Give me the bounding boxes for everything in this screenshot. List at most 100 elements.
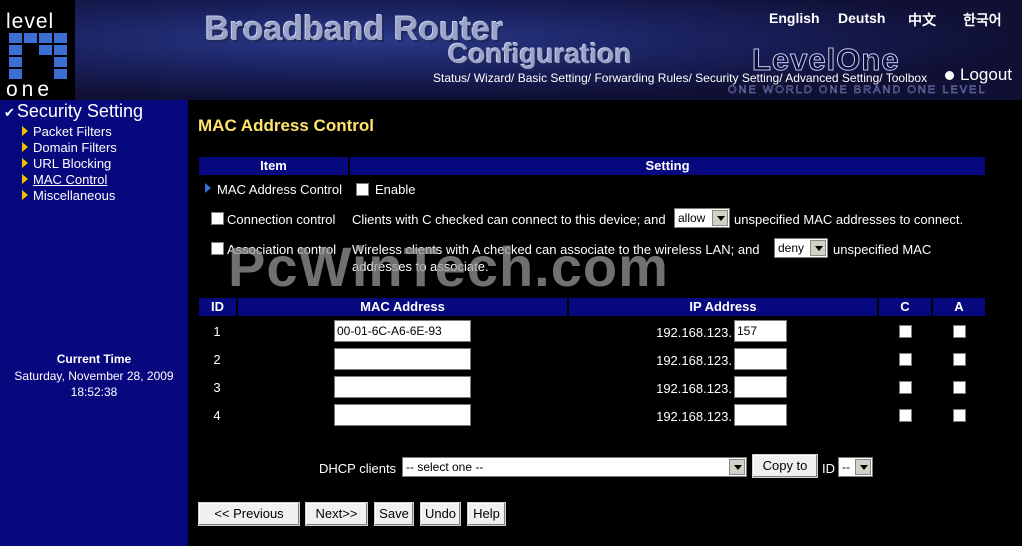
sidebar-item-miscellaneous[interactable]: Miscellaneous xyxy=(22,188,115,203)
dhcp-clients-value: -- select one -- xyxy=(406,460,484,474)
top-nav: Status/ Wizard/ Basic Setting/ Forwardin… xyxy=(433,71,927,85)
dhcp-clients-select[interactable]: -- select one -- xyxy=(402,457,747,477)
logout-link[interactable]: Logout xyxy=(945,65,1012,85)
current-date: Saturday, November 28, 2009 xyxy=(14,369,174,383)
dhcp-clients-label: DHCP clients xyxy=(319,461,397,476)
row-id: 1 xyxy=(213,324,221,339)
c-checkbox[interactable] xyxy=(899,325,912,338)
undo-button[interactable]: Undo xyxy=(420,502,461,526)
triangle-bullet-icon xyxy=(22,190,28,200)
copy-id-select[interactable]: -- xyxy=(838,457,873,477)
dropdown-arrow-icon xyxy=(729,459,745,475)
connection-policy-value: allow xyxy=(678,211,706,225)
copy-to-button[interactable]: Copy to xyxy=(752,454,818,478)
id-column-header: ID xyxy=(199,298,236,316)
lang-korean-link[interactable]: 한국어 xyxy=(963,10,1002,30)
page-title: MAC Address Control xyxy=(198,116,374,135)
ip-last-octet-input[interactable] xyxy=(734,376,787,398)
nav-forwarding-rules[interactable]: Forwarding Rules/ xyxy=(594,71,691,85)
ip-last-octet-input[interactable] xyxy=(734,404,787,426)
sidebar-item-label: MAC Control xyxy=(33,172,108,187)
triangle-bullet-icon xyxy=(22,126,28,136)
item-column-header: Item xyxy=(199,157,348,175)
connection-policy-select[interactable]: allow xyxy=(674,208,730,228)
ip-last-octet-input[interactable]: 157 xyxy=(734,320,787,342)
connection-control-suffix: unspecified MAC addresses to connect. xyxy=(734,212,964,227)
nav-advanced-setting[interactable]: Advanced Setting/ xyxy=(785,71,882,85)
a-checkbox[interactable] xyxy=(953,325,966,338)
association-control-text-line2: addresses to associate. xyxy=(352,259,489,274)
lang-english-link[interactable]: English xyxy=(769,10,820,26)
ip-prefix: 192.168.123. xyxy=(656,381,732,396)
logout-label: Logout xyxy=(960,65,1012,84)
triangle-bullet-icon xyxy=(22,158,28,168)
checkmark-icon: ✔ xyxy=(4,105,15,120)
row-id: 3 xyxy=(213,380,221,395)
triangle-bullet-icon xyxy=(205,183,211,193)
nav-wizard[interactable]: Wizard/ xyxy=(474,71,515,85)
sidebar-title: ✔ Security Setting xyxy=(4,101,143,122)
association-control-checkbox[interactable] xyxy=(211,242,224,255)
mac-address-input[interactable]: 00-01-6C-A6-6E-93 xyxy=(334,320,471,342)
logo-text-bottom: one xyxy=(6,78,54,100)
association-control-label: Association control xyxy=(227,242,337,257)
nav-toolbox[interactable]: Toolbox xyxy=(886,71,927,85)
sidebar-item-url-blocking[interactable]: URL Blocking xyxy=(22,156,111,171)
row-id: 2 xyxy=(213,352,221,367)
sidebar-item-packet-filters[interactable]: Packet Filters xyxy=(22,124,112,139)
sidebar-item-label: Packet Filters xyxy=(33,124,112,139)
current-time-label: Current Time xyxy=(56,352,132,366)
mac-address-input[interactable] xyxy=(334,376,471,398)
association-control-suffix: unspecified MAC xyxy=(833,242,932,257)
c-checkbox[interactable] xyxy=(899,409,912,422)
row-id: 4 xyxy=(213,408,221,423)
current-clock: 18:52:38 xyxy=(70,385,118,399)
sidebar-item-label: URL Blocking xyxy=(33,156,112,171)
sidebar: ✔ Security Setting Packet Filters Domain … xyxy=(0,100,188,546)
association-control-text: Wireless clients with A checked can asso… xyxy=(352,242,760,257)
c-checkbox[interactable] xyxy=(899,353,912,366)
ip-prefix: 192.168.123. xyxy=(656,353,732,368)
ip-prefix: 192.168.123. xyxy=(656,409,732,424)
help-button[interactable]: Help xyxy=(467,502,506,526)
nav-status[interactable]: Status/ xyxy=(433,71,470,85)
sidebar-title-label: Security Setting xyxy=(16,101,143,121)
nav-basic-setting[interactable]: Basic Setting/ xyxy=(518,71,591,85)
ip-prefix: 192.168.123. xyxy=(656,325,732,340)
ip-last-octet-input[interactable] xyxy=(734,348,787,370)
lang-chinese-link[interactable]: 中文 xyxy=(908,10,936,30)
triangle-bullet-icon xyxy=(22,142,28,152)
association-policy-select[interactable]: deny xyxy=(774,238,828,258)
dropdown-arrow-icon xyxy=(712,210,728,226)
a-checkbox[interactable] xyxy=(953,353,966,366)
logo-grid-icon xyxy=(9,33,67,79)
c-checkbox[interactable] xyxy=(899,381,912,394)
logout-bullet-icon xyxy=(945,71,954,81)
c-column-header: C xyxy=(879,298,931,316)
a-column-header: A xyxy=(933,298,985,316)
sidebar-item-mac-control[interactable]: MAC Control xyxy=(22,172,107,187)
dropdown-arrow-icon xyxy=(855,459,871,475)
a-checkbox[interactable] xyxy=(953,409,966,422)
sidebar-item-domain-filters[interactable]: Domain Filters xyxy=(22,140,117,155)
next-button[interactable]: Next>> xyxy=(305,502,368,526)
banner-subtitle: Configuration xyxy=(448,38,632,69)
lang-deutsch-link[interactable]: Deutsh xyxy=(838,10,885,26)
connection-control-checkbox[interactable] xyxy=(211,212,224,225)
levelone-logo: level one xyxy=(0,0,75,100)
association-policy-value: deny xyxy=(778,241,805,255)
logo-text-top: level xyxy=(6,10,55,33)
copy-id-value: -- xyxy=(842,460,850,474)
save-button[interactable]: Save xyxy=(374,502,414,526)
mac-address-input[interactable] xyxy=(334,348,471,370)
previous-button[interactable]: << Previous xyxy=(198,502,300,526)
ip-column-header: IP Address xyxy=(569,298,877,316)
enable-checkbox[interactable] xyxy=(356,183,369,196)
mac-control-label: MAC Address Control xyxy=(217,182,342,197)
sidebar-item-label: Miscellaneous xyxy=(33,188,116,203)
sidebar-item-label: Domain Filters xyxy=(33,140,117,155)
mac-address-input[interactable] xyxy=(334,404,471,426)
nav-security-setting[interactable]: Security Setting/ xyxy=(695,71,782,85)
triangle-bullet-icon xyxy=(22,174,28,184)
a-checkbox[interactable] xyxy=(953,381,966,394)
